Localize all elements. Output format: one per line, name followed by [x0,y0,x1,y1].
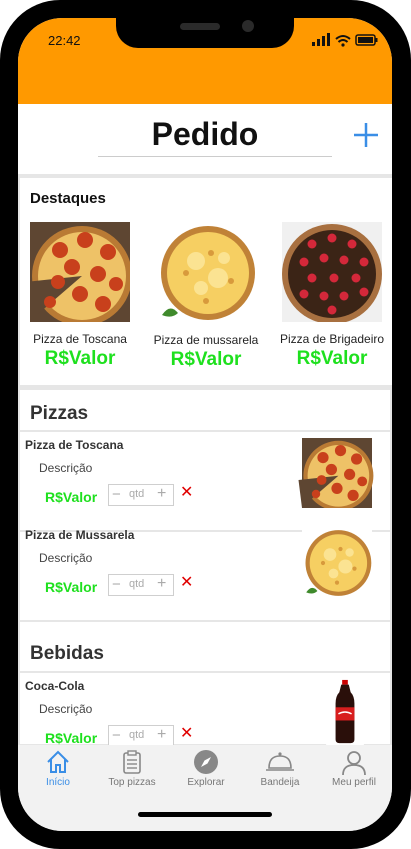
pizzas-section-title: Pizzas [30,403,89,424]
phone-frame: 22:42 Pedido Destaques Pizza de Toscana … [0,0,411,849]
quantity-input[interactable]: qtd [129,578,144,590]
item-description: Descrição [39,702,93,716]
quantity-input[interactable]: qtd [129,488,144,500]
item-name: Coca-Cola [25,679,85,693]
cola-bottle-image [325,679,365,745]
compass-icon [194,750,218,774]
bottom-tab-bar: Início Top pizzas Explorar Bandeija Meu … [18,745,392,831]
app-screen: 22:42 Pedido Destaques Pizza de Toscana … [18,18,392,831]
decrement-button[interactable]: − [112,486,121,504]
plus-icon [354,123,378,147]
increment-button[interactable]: + [157,575,166,593]
system-icons [312,33,378,47]
highlight-name: Pizza de Toscana [33,332,127,346]
user-icon [342,751,366,775]
item-price: R$Valor [45,489,98,505]
tab-inicio[interactable]: Início [21,749,95,788]
remove-item-button[interactable]: ✕ [180,484,193,502]
camera [242,20,254,32]
home-indicator [138,812,272,817]
list-item-pizza-toscana: Pizza de Toscana Descrição R$Valor − qtd… [20,432,390,520]
item-name: Pizza de Mussarela [25,528,135,542]
highlight-item-mussarela[interactable]: Pizza de mussarela R$Valor [146,223,266,371]
page-title: Pedido [151,116,259,152]
divider [20,620,390,622]
highlight-name: Pizza de Brigadeiro [279,332,385,346]
cheese-pizza-image [156,223,256,323]
remove-item-button[interactable]: ✕ [180,725,193,743]
chocolate-pizza-image [282,222,382,322]
quantity-stepper: − qtd + [108,725,174,747]
pepperoni-pizza-image [296,438,378,508]
increment-button[interactable]: + [157,485,166,503]
highlight-item-toscana[interactable]: Pizza de Toscana R$Valor [20,222,140,370]
increment-button[interactable]: + [157,726,166,744]
highlights-section: Destaques Pizza de Toscana R$Valor Pizza… [20,178,392,385]
highlight-price: R$Valor [44,348,116,369]
quantity-stepper: − qtd + [108,484,174,506]
highlight-name: Pizza de mussarela [153,333,259,347]
drinks-section-title: Bebidas [30,643,104,664]
menu-list: Pizzas Pizza de Toscana Descrição R$Valo… [20,390,390,747]
tab-label: Top pizzas [108,777,156,788]
item-description: Descrição [39,461,93,475]
highlight-item-brigadeiro[interactable]: Pizza de Brigadeiro R$Valor [272,222,392,370]
decrement-button[interactable]: − [112,576,121,594]
tab-bandeija[interactable]: Bandeija [243,749,317,788]
item-price: R$Valor [45,730,98,746]
page-header: Pedido [18,104,392,174]
status-bar: 22:42 [18,18,392,104]
tab-explorar[interactable]: Explorar [169,749,243,788]
battery-icon [355,34,378,46]
remove-item-button[interactable]: ✕ [180,574,193,592]
title-underline [98,156,332,157]
tab-label: Início [46,777,70,788]
highlights-title: Destaques [30,190,106,207]
cheese-pizza-image [296,528,378,598]
signal-icon [312,33,330,46]
notch [116,18,294,48]
pepperoni-pizza-image [30,222,130,322]
cloche-icon [266,752,294,771]
tab-label: Explorar [187,777,225,788]
home-icon [47,750,69,773]
status-time: 22:42 [48,33,81,48]
highlight-price: R$Valor [170,349,242,370]
tab-meu-perfil[interactable]: Meu perfil [317,749,391,788]
speaker [180,23,220,30]
clipboard-icon [123,750,141,774]
decrement-button[interactable]: − [112,727,121,745]
highlight-price: R$Valor [296,348,368,369]
quantity-stepper: − qtd + [108,574,174,596]
item-name: Pizza de Toscana [25,438,124,452]
item-price: R$Valor [45,579,98,595]
wifi-icon [335,35,351,43]
add-order-button[interactable] [351,120,381,150]
list-item-pizza-mussarela: Pizza de Mussarela Descrição R$Valor − q… [20,522,390,610]
tab-top-pizzas[interactable]: Top pizzas [95,749,169,788]
quantity-input[interactable]: qtd [129,729,144,741]
tab-label: Bandeija [260,777,300,788]
item-description: Descrição [39,551,93,565]
tab-label: Meu perfil [332,777,376,788]
